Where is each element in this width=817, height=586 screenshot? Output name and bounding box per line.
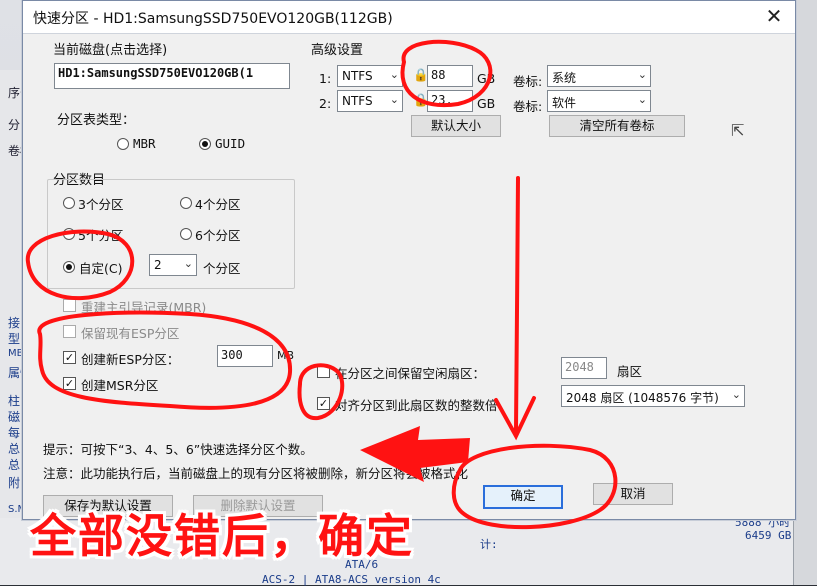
annotation-arrow-line <box>514 176 520 432</box>
annotation-overlay <box>25 39 618 530</box>
annotation-big-arrow <box>360 426 470 482</box>
annotation-circle-ok <box>451 443 618 530</box>
caption-text: 全部没错后，确定 <box>30 509 414 563</box>
annotation-circle-custom <box>25 229 135 301</box>
annotation-circle-align <box>297 363 345 421</box>
annotation-circle-size <box>400 39 493 108</box>
annotation-circle-options <box>37 310 293 410</box>
